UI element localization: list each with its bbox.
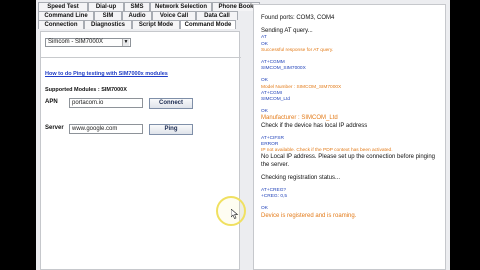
- tab-speed-test[interactable]: Speed Test: [38, 2, 88, 11]
- console-line: Manufacturer : SIMCOM_Ltd: [261, 115, 338, 122]
- mouse-pointer-icon: [231, 209, 239, 219]
- connect-button[interactable]: Connect: [149, 98, 193, 109]
- console-line: Found ports: COM3, COM4: [261, 15, 335, 21]
- tab-command-line[interactable]: Command Line: [38, 11, 94, 20]
- ping-button[interactable]: Ping: [149, 124, 193, 135]
- server-input[interactable]: www.google.com: [69, 124, 143, 134]
- tab-row-2: Command Line SIM Audio Voice Call Data C…: [38, 11, 238, 20]
- chevron-down-icon[interactable]: ▼: [122, 39, 129, 46]
- console-line: Check if the device has local IP address: [261, 122, 368, 129]
- tab-data-call[interactable]: Data Call: [196, 11, 238, 20]
- tab-sms[interactable]: SMS: [124, 2, 150, 11]
- tab-row-1: Speed Test Dial-up SMS Network Selection…: [38, 2, 260, 11]
- tab-network-selection[interactable]: Network Selection: [150, 2, 212, 11]
- tab-dial-up[interactable]: Dial-up: [88, 2, 124, 11]
- tab-connection[interactable]: Connection: [38, 20, 84, 29]
- console-line: Sending AT query...: [261, 28, 313, 35]
- app-window: Speed Test Dial-up SMS Network Selection…: [36, 0, 450, 270]
- console-line: Device is registered and is roaming.: [261, 212, 357, 219]
- tab-sim[interactable]: SIM: [94, 11, 122, 20]
- console-line: the server.: [261, 161, 290, 168]
- console-line: No Local IP address. Please set up the c…: [261, 154, 436, 161]
- server-label: Server: [45, 125, 64, 131]
- tab-voice-call[interactable]: Voice Call: [152, 11, 196, 20]
- output-console[interactable]: Found ports: COM3, COM4 Sending AT query.…: [253, 4, 446, 270]
- tab-script-mode[interactable]: Script Mode: [132, 20, 180, 29]
- divider: [41, 57, 241, 58]
- model-dropdown[interactable]: Simcom - SIM7000X ▼: [45, 38, 131, 47]
- tab-command-mode[interactable]: Command Mode: [180, 20, 236, 29]
- model-dropdown-value: Simcom - SIM7000X: [48, 39, 104, 45]
- tab-row-3: Connection Diagnostics Script Mode Comma…: [38, 20, 236, 29]
- tab-diagnostics[interactable]: Diagnostics: [84, 20, 132, 29]
- command-mode-panel: Simcom - SIM7000X ▼ How to do Ping testi…: [40, 31, 241, 270]
- tab-audio[interactable]: Audio: [122, 11, 152, 20]
- supported-modules-label: Supported Modules : SIM7000X: [45, 87, 127, 93]
- console-line: Checking registration status...: [261, 174, 341, 181]
- ping-howto-link[interactable]: How to do Ping testing with SIM7000x mod…: [45, 71, 168, 77]
- apn-label: APN: [45, 99, 58, 105]
- apn-input[interactable]: portacom.io: [69, 98, 143, 108]
